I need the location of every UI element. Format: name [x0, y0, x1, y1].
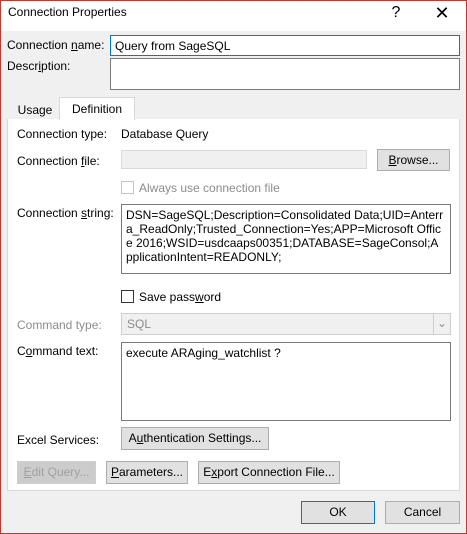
save-password-checkbox[interactable]	[121, 290, 134, 303]
command-type-select[interactable]: SQL ⌄	[121, 313, 451, 335]
connection-name-input[interactable]: Query from SageSQL	[110, 35, 460, 56]
connection-string-label: Connection string:	[17, 206, 114, 220]
ok-button[interactable]: OK	[301, 501, 375, 524]
cancel-button[interactable]: Cancel	[385, 501, 460, 524]
save-password-label: Save password	[139, 290, 222, 304]
connection-string-value: DSN=SageSQL;Description=Consolidated Dat…	[126, 208, 444, 264]
always-use-connection-file-checkbox[interactable]	[121, 181, 134, 194]
definition-panel: Connection type: Database Query Connecti…	[7, 119, 460, 491]
tab-usage-label: Usage	[17, 103, 53, 117]
title-bar: Connection Properties ? ✕	[1, 1, 466, 31]
description-input[interactable]	[110, 58, 460, 90]
connection-string-input[interactable]: DSN=SageSQL;Description=Consolidated Dat…	[121, 204, 451, 274]
browse-button[interactable]: Browse...	[377, 149, 450, 171]
connection-file-input[interactable]	[121, 150, 367, 169]
description-label: Description:	[7, 59, 71, 73]
connection-type-label: Connection type:	[17, 127, 108, 141]
command-text-label: Command text:	[17, 344, 99, 358]
connection-name-value: Query from SageSQL	[115, 39, 231, 53]
close-icon[interactable]: ✕	[420, 1, 464, 25]
dialog-title: Connection Properties	[8, 5, 127, 19]
edit-query-button[interactable]: Edit Query...	[17, 461, 96, 484]
tab-definition-label: Definition	[71, 102, 123, 116]
connection-name-label: Connection name:	[7, 38, 105, 52]
authentication-settings-button[interactable]: Authentication Settings...	[121, 427, 269, 450]
command-type-label: Command type:	[17, 318, 102, 332]
command-text-input[interactable]: execute ARAging_watchlist ?	[121, 342, 451, 421]
excel-services-label: Excel Services:	[17, 433, 100, 447]
command-type-value: SQL	[127, 317, 152, 331]
connection-properties-dialog: Connection Properties ? ✕ Connection nam…	[0, 0, 467, 534]
tab-usage[interactable]: Usage	[11, 100, 59, 120]
connection-file-label: Connection file:	[17, 154, 100, 168]
parameters-button[interactable]: Parameters...	[106, 461, 188, 484]
command-text-value: execute ARAging_watchlist ?	[126, 346, 281, 360]
export-connection-file-button[interactable]: Export Connection File...	[198, 461, 340, 484]
chevron-down-icon: ⌄	[433, 314, 450, 334]
tab-definition[interactable]: Definition	[59, 97, 135, 120]
help-icon[interactable]: ?	[374, 1, 418, 25]
always-use-connection-file-label: Always use connection file	[139, 181, 280, 195]
connection-type-value: Database Query	[121, 127, 209, 141]
